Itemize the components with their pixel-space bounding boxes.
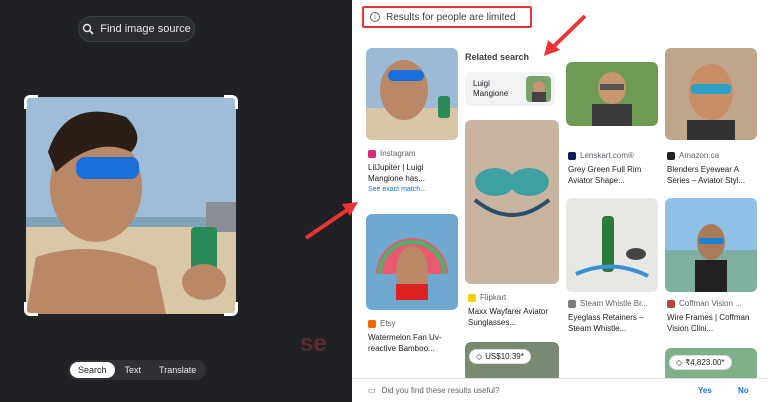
mode-text-tab[interactable]: Text (117, 362, 150, 378)
result-source: Lenskart.com® (568, 150, 660, 161)
source-label: Instagram (380, 149, 416, 158)
mode-translate-tab[interactable]: Translate (151, 362, 204, 378)
result-meta-flipkart: Flipkart Maxx Wayfarer Aviator Sunglasse… (468, 292, 560, 328)
mode-search-tab[interactable]: Search (70, 362, 115, 378)
result-card-coffman[interactable] (665, 198, 757, 292)
result-source: Steam Whistle Br... (568, 298, 660, 309)
app-root: Find image source Search Text Translate … (0, 0, 768, 402)
instagram-icon (368, 149, 376, 158)
source-label: Lenskart.com® (580, 151, 634, 160)
result-card-flipkart[interactable] (465, 120, 559, 284)
etsy-icon (368, 319, 376, 328)
crop-handle-top-left[interactable] (24, 95, 38, 109)
amazon-icon (667, 151, 675, 160)
lens-icon (83, 23, 94, 35)
query-photo (26, 97, 236, 314)
result-source: Coffman Vision ... (667, 298, 759, 309)
source-label: Etsy (380, 319, 396, 328)
result-card-amazon[interactable] (665, 48, 757, 140)
result-source: Amazon.ca (667, 150, 759, 161)
result-meta-coffman: Coffman Vision ... Wire Frames | Coffman… (667, 298, 759, 334)
result-title: Grey Green Full Rim Aviator Shape... (568, 165, 642, 185)
result-title: Blenders Eyewear A Series – Aviator Styl… (667, 165, 746, 185)
source-label: Amazon.ca (679, 151, 720, 160)
result-meta-lenskart: Lenskart.com® Grey Green Full Rim Aviato… (568, 150, 660, 186)
result-card-steam-whistle[interactable] (566, 198, 658, 292)
source-label: Steam Whistle Br... (580, 299, 649, 308)
result-source: Flipkart (468, 292, 560, 303)
crop-area[interactable] (24, 95, 238, 316)
tag-icon: ◇ (476, 352, 483, 361)
feedback-yes-button[interactable]: Yes (698, 386, 712, 395)
find-image-source-label: Find image source (100, 23, 191, 35)
result-title: Watermelon Fan Uv-reactive Bamboo... (368, 333, 442, 353)
result-title: Wire Frames | Coffman Vision Clini... (667, 313, 750, 333)
crop-handle-bottom-right[interactable] (224, 302, 238, 316)
coffman-icon (667, 299, 675, 308)
flipkart-icon (468, 293, 476, 302)
price-badge: ◇ ₹4,823.00* (670, 356, 731, 369)
feedback-icon: ▭ (368, 386, 376, 395)
result-card-instagram[interactable] (366, 48, 458, 140)
feedback-question: Did you find these results useful? (381, 386, 500, 395)
annotation-arrow-exact-match (304, 202, 358, 240)
info-icon: i (370, 12, 380, 22)
related-search-chip[interactable]: Luigi Mangione (465, 72, 555, 106)
result-source: Instagram (368, 148, 458, 159)
find-image-source-button[interactable]: Find image source (78, 16, 195, 42)
price-text: US$10.39* (485, 352, 524, 361)
result-meta-instagram: Instagram LilJupiter | Luigi Mangione ha… (368, 148, 458, 195)
source-label: Coffman Vision ... (679, 299, 742, 308)
lenskart-icon (568, 151, 576, 160)
watermark-logo: se (300, 330, 327, 357)
result-title: LilJupiter | Luigi Mangione has... (368, 163, 425, 183)
feedback-bar: ▭ Did you find these results useful? Yes… (352, 378, 768, 402)
mode-switcher: Search Text Translate (68, 360, 207, 380)
annotation-arrow-related (544, 14, 587, 56)
related-chip-thumbnail (525, 76, 551, 102)
price-text: ₹4,823.00* (685, 358, 725, 367)
results-pane: i Results for people are limited Instagr… (352, 0, 768, 402)
result-card-lenskart[interactable] (566, 62, 658, 126)
tag-icon: ◇ (676, 358, 683, 367)
source-label: Flipkart (480, 293, 507, 302)
see-exact-match-link[interactable]: See exact match... (368, 184, 458, 195)
notice-text: Results for people are limited (386, 11, 516, 23)
steam-whistle-icon (568, 299, 576, 308)
result-source: Etsy (368, 318, 458, 329)
crop-handle-bottom-left[interactable] (24, 302, 38, 316)
result-title: Maxx Wayfarer Aviator Sunglasses... (468, 307, 549, 327)
result-meta-etsy: Etsy Watermelon Fan Uv-reactive Bamboo..… (368, 318, 458, 354)
feedback-no-button[interactable]: No (738, 386, 749, 395)
result-meta-steam-whistle: Steam Whistle Br... Eyeglass Retainers –… (568, 298, 660, 334)
result-card-etsy[interactable] (366, 214, 458, 310)
result-meta-amazon: Amazon.ca Blenders Eyewear A Series – Av… (667, 150, 759, 186)
related-chip-label: Luigi Mangione (473, 79, 509, 98)
crop-handle-top-right[interactable] (224, 95, 238, 109)
price-badge: ◇ US$10.39* (470, 350, 530, 363)
related-search-heading: Related search (465, 52, 530, 62)
result-title: Eyeglass Retainers – Steam Whistle... (568, 313, 644, 333)
limited-results-notice: i Results for people are limited (362, 6, 532, 28)
